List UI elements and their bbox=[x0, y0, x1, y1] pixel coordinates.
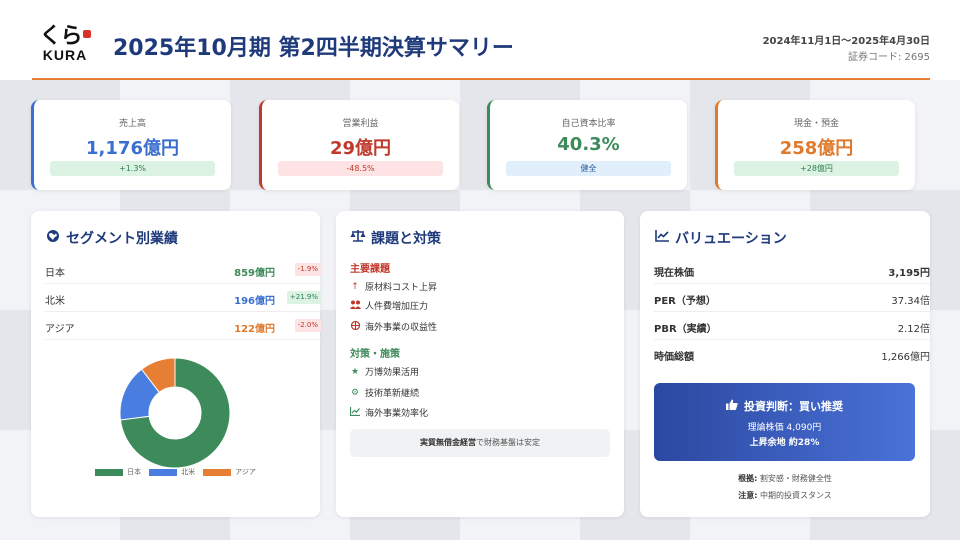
legend-swatch bbox=[95, 468, 124, 476]
kpi-label: 売上高 bbox=[118, 119, 146, 129]
logo-word: KURA bbox=[42, 47, 88, 63]
measure-item: ★ 万博効果活用 bbox=[350, 366, 420, 379]
problem-item: 海外事業の収益性 bbox=[350, 320, 437, 333]
gear-icon: ⚙ bbox=[350, 387, 360, 398]
kpi-card-equity-ratio: 自己資本比率 40.3% 健全 bbox=[487, 100, 687, 190]
segment-row: 北米 196億円 +21.9% bbox=[45, 284, 321, 312]
users-icon bbox=[350, 300, 361, 312]
page-header: くら KURA 2025年10月期 第2四半期決算サマリー 2024年11月1日… bbox=[0, 0, 960, 80]
kpi-value: 29億円 bbox=[329, 138, 392, 159]
thumbs-up-icon bbox=[726, 399, 738, 413]
globe-icon bbox=[45, 229, 61, 247]
legend-item: アジア bbox=[203, 467, 256, 477]
verdict-text: 投資判断：買い推奨 bbox=[744, 400, 843, 413]
problems-heading: 主要課題 bbox=[350, 264, 390, 275]
kura-logo: くら KURA bbox=[32, 22, 98, 66]
line-chart-icon bbox=[654, 230, 670, 246]
legend-item: 日本 bbox=[95, 467, 141, 477]
valuation-value: 1,266億円 bbox=[881, 352, 930, 363]
measure-item: 海外事業効率化 bbox=[349, 406, 428, 419]
line-chart-icon bbox=[349, 406, 360, 419]
valuation-panel-title: バリュエーション bbox=[675, 231, 787, 247]
valuation-row: 現在株価 3,195円 bbox=[654, 256, 930, 284]
page-title: 2025年10月期 第2四半期決算サマリー bbox=[113, 36, 514, 61]
issues-panel: 課題と対策 主要課題 ↑ 原材料コスト上昇 人件費増加圧力 海外事業の収益性 対策… bbox=[336, 211, 624, 517]
target-price: 理論株価 4,090円 bbox=[747, 423, 822, 433]
segment-change: -1.9% bbox=[294, 263, 321, 276]
problem-item: ↑ 原材料コスト上昇 bbox=[351, 281, 438, 294]
measure-item: ⚙ 技術革新継続 bbox=[350, 387, 420, 400]
investment-verdict-box: 投資判断：買い推奨 理論株価 4,090円 上昇余地 約28% bbox=[654, 383, 915, 461]
segment-change: -2.0% bbox=[294, 319, 321, 332]
kpi-badge: -48.5% bbox=[278, 161, 443, 176]
segment-row: 日本 859億円 -1.9% bbox=[45, 256, 321, 284]
segment-amount: 196億円 bbox=[234, 296, 275, 307]
issues-panel-title: 課題と対策 bbox=[371, 231, 441, 247]
chart-legend: 日本 北米 アジア bbox=[31, 467, 320, 477]
securities-code: 証券コード: 2695 bbox=[848, 52, 930, 63]
legend-item: 北米 bbox=[149, 467, 195, 477]
valuation-label: 時価総額 bbox=[654, 352, 694, 363]
arrow-up-icon: ↑ bbox=[351, 281, 359, 292]
problem-item: 人件費増加圧力 bbox=[350, 299, 428, 312]
valuation-value: 3,195円 bbox=[888, 268, 930, 279]
legend-swatch bbox=[203, 468, 232, 476]
legend-swatch bbox=[149, 468, 178, 476]
globe-icon bbox=[350, 320, 360, 333]
report-period: 2024年11月1日～2025年4月30日 bbox=[762, 36, 930, 47]
kpi-card-operating-profit: 営業利益 29億円 -48.5% bbox=[259, 100, 459, 190]
segment-name: アジア bbox=[45, 324, 75, 335]
logo-mark: くら bbox=[39, 24, 82, 49]
segment-name: 日本 bbox=[45, 268, 65, 279]
segment-amount: 859億円 bbox=[234, 268, 275, 279]
legend-label: アジア bbox=[235, 468, 256, 476]
legend-label: 北米 bbox=[181, 468, 196, 476]
kpi-label: 自己資本比率 bbox=[561, 119, 616, 129]
segment-change: +21.9% bbox=[286, 291, 321, 304]
valuation-row: PER（予想） 37.34倍 bbox=[654, 284, 930, 312]
kpi-value: 258億円 bbox=[779, 138, 854, 159]
valuation-row: 時価総額 1,266億円 bbox=[654, 340, 930, 368]
valuation-value: 2.12倍 bbox=[897, 324, 930, 335]
basis-note: 根拠: 割安感・財務健全性 bbox=[738, 474, 832, 483]
segment-name: 北米 bbox=[45, 296, 65, 307]
caution-note: 注意: 中期的投資スタンス bbox=[738, 491, 832, 500]
valuation-value: 37.34倍 bbox=[891, 296, 930, 307]
header-divider bbox=[32, 78, 930, 80]
financial-note: 実質無借金経営で財務基盤は安定 bbox=[350, 429, 610, 457]
kpi-value: 40.3% bbox=[557, 134, 620, 155]
kpi-value: 1,176億円 bbox=[86, 138, 179, 159]
star-icon: ★ bbox=[350, 366, 360, 377]
valuation-label: PBR（実績） bbox=[654, 324, 717, 335]
segment-donut-chart bbox=[119, 357, 231, 469]
kpi-badge: +1.3% bbox=[50, 161, 215, 176]
measures-heading: 対策・施策 bbox=[350, 349, 400, 360]
valuation-panel: バリュエーション 現在株価 3,195円 PER（予想） 37.34倍 PBR（… bbox=[640, 211, 930, 517]
scale-icon bbox=[350, 229, 366, 247]
valuation-row: PBR（実績） 2.12倍 bbox=[654, 312, 930, 340]
segment-amount: 122億円 bbox=[234, 324, 275, 335]
upside: 上昇余地 約28% bbox=[749, 438, 820, 448]
kpi-label: 営業利益 bbox=[342, 119, 379, 129]
kpi-badge: +28億円 bbox=[734, 161, 899, 176]
legend-label: 日本 bbox=[127, 468, 142, 476]
segment-panel: セグメント別業績 日本 859億円 -1.9% 北米 196億円 +21.9% … bbox=[31, 211, 321, 517]
segment-panel-title: セグメント別業績 bbox=[66, 231, 178, 247]
segment-row: アジア 122億円 -2.0% bbox=[45, 312, 321, 340]
kpi-badge: 健全 bbox=[506, 161, 671, 176]
valuation-label: PER（予想） bbox=[654, 296, 716, 307]
kpi-card-sales: 売上高 1,176億円 +1.3% bbox=[31, 100, 231, 190]
kpi-label: 現金・預金 bbox=[793, 119, 839, 129]
valuation-label: 現在株価 bbox=[654, 268, 694, 279]
kpi-card-cash: 現金・預金 258億円 +28億円 bbox=[715, 100, 915, 190]
